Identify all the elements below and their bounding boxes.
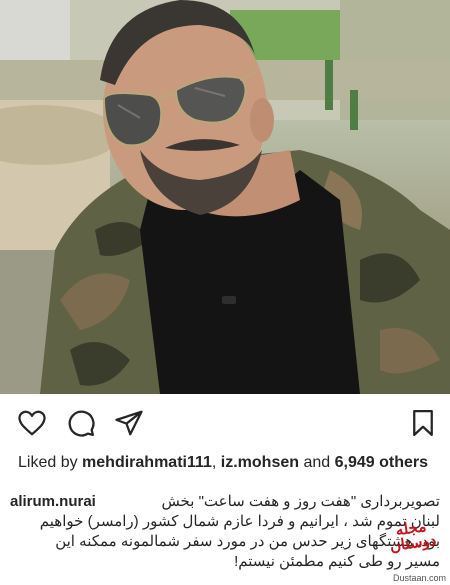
caption-line-2: لبنان تموم شد ، ایرانیم و فردا عازم شمال… — [39, 513, 440, 530]
post-actions-bar — [0, 400, 450, 446]
likes-summary: Liked by mehdirahmati111, iz.mohsen and … — [18, 454, 429, 471]
likes-prefix: Liked by — [18, 454, 78, 471]
send-icon[interactable] — [114, 408, 144, 438]
comment-icon[interactable] — [66, 408, 96, 438]
caption-line-3: بود. هشتگهای زیر حدس من در مورد سفر شمال… — [55, 533, 440, 550]
watermark: مجله دوستان Dustaan.com — [380, 517, 446, 583]
liked-by-user-2[interactable]: iz.mohsen — [221, 454, 299, 471]
caption-line-1: تصویربرداری "هفت روز و هفت ساعت" بخش — [161, 493, 440, 510]
post-caption: alirum.nurai تصویربرداری "هفت روز و هفت … — [10, 492, 440, 572]
post-photo[interactable] — [0, 0, 450, 394]
photo-illustration — [0, 0, 450, 394]
likes-count[interactable]: 6,949 others — [335, 454, 428, 471]
liked-by-user-1[interactable]: mehdirahmati111 — [82, 454, 212, 471]
caption-line-4: مسیر رو طی کنیم مطمئن نیستم! — [234, 553, 440, 570]
heart-icon[interactable] — [17, 408, 47, 438]
caption-username[interactable]: alirum.nurai — [10, 492, 96, 512]
likes-connector: and — [303, 454, 331, 471]
bookmark-icon[interactable] — [408, 408, 438, 438]
caption-first-line: alirum.nurai تصویربرداری "هفت روز و هفت … — [10, 492, 440, 512]
watermark-logo: مجله دوستان — [388, 517, 438, 556]
watermark-site: Dustaan.com — [392, 573, 446, 583]
